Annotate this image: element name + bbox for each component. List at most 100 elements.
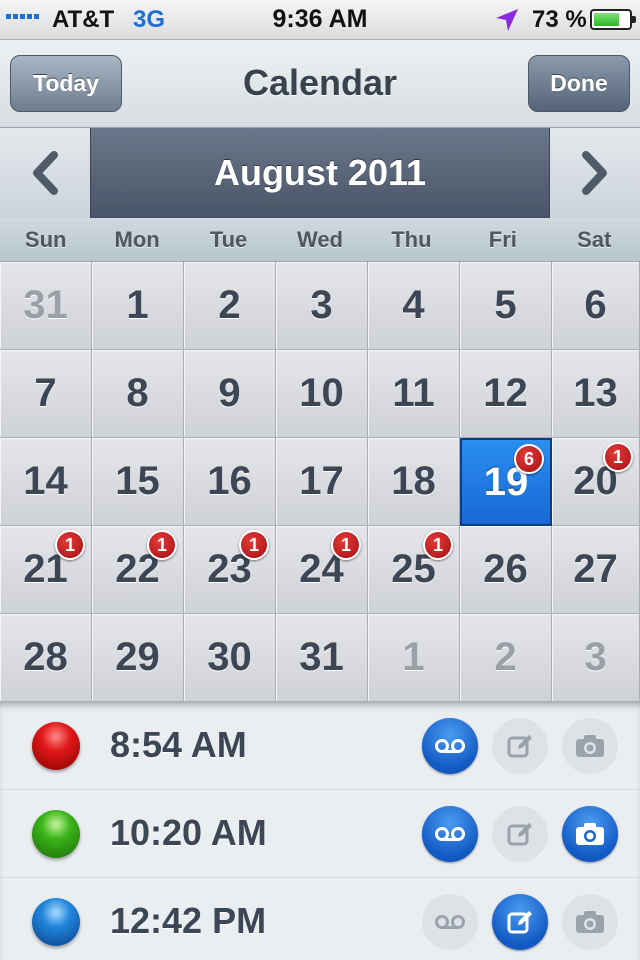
next-month-button[interactable] xyxy=(550,128,640,218)
calendar-day[interactable]: 18 xyxy=(368,438,460,526)
event-count-badge: 6 xyxy=(514,444,544,474)
day-number: 13 xyxy=(573,371,618,415)
calendar-day[interactable]: 15 xyxy=(92,438,184,526)
calendar-day[interactable]: 25 1 xyxy=(368,526,460,614)
voicemail-button[interactable] xyxy=(422,894,478,950)
weekday-label: Thu xyxy=(391,227,432,252)
camera-button[interactable] xyxy=(562,718,618,774)
day-number: 2 xyxy=(494,635,517,679)
blue-dot-icon xyxy=(32,898,80,946)
camera-button[interactable] xyxy=(562,806,618,862)
note-icon xyxy=(507,735,532,758)
calendar-day[interactable]: 16 xyxy=(184,438,276,526)
calendar-day-selected[interactable]: 19 6 xyxy=(460,438,552,526)
calendar-day[interactable]: 12 xyxy=(460,350,552,438)
event-time: 8:54 AM xyxy=(110,724,247,765)
note-icon xyxy=(507,911,532,934)
day-number: 12 xyxy=(483,371,528,415)
day-number: 3 xyxy=(310,283,333,327)
note-button[interactable] xyxy=(492,718,548,774)
calendar-day[interactable]: 29 xyxy=(92,614,184,702)
note-button[interactable] xyxy=(492,806,548,862)
chevron-right-icon xyxy=(582,151,607,195)
day-number: 10 xyxy=(299,371,344,415)
calendar-day[interactable]: 2 xyxy=(184,262,276,350)
day-number: 17 xyxy=(299,459,344,503)
day-number: 9 xyxy=(218,371,241,415)
calendar-day[interactable]: 4 xyxy=(368,262,460,350)
calendar-day[interactable]: 5 xyxy=(460,262,552,350)
calendar-day[interactable]: 3 xyxy=(552,614,640,702)
calendar-day[interactable]: 22 1 xyxy=(92,526,184,614)
day-number: 5 xyxy=(494,283,517,327)
status-bar: AT&T 3G 9:36 AM 73 % xyxy=(0,0,640,40)
calendar-day[interactable]: 17 xyxy=(276,438,368,526)
camera-icon xyxy=(576,911,604,933)
battery-icon xyxy=(590,9,636,30)
calendar-day[interactable]: 27 xyxy=(552,526,640,614)
camera-icon xyxy=(576,735,604,757)
event-row[interactable]: 8:54 AM xyxy=(0,702,640,790)
chevron-left-icon xyxy=(33,151,58,195)
previous-month-button[interactable] xyxy=(0,128,90,218)
voicemail-button[interactable] xyxy=(422,718,478,774)
calendar-day[interactable]: 26 xyxy=(460,526,552,614)
event-count-badge: 1 xyxy=(423,530,453,560)
calendar-day[interactable]: 1 xyxy=(92,262,184,350)
calendar-day[interactable]: 1 xyxy=(368,614,460,702)
day-number: 7 xyxy=(34,371,57,415)
event-time: 12:42 PM xyxy=(110,900,267,941)
day-number: 28 xyxy=(23,635,68,679)
calendar-day[interactable]: 24 1 xyxy=(276,526,368,614)
day-number: 16 xyxy=(207,459,252,503)
day-number: 6 xyxy=(584,283,607,327)
calendar-day[interactable]: 23 1 xyxy=(184,526,276,614)
day-number: 18 xyxy=(391,459,436,503)
day-number: 15 xyxy=(115,459,160,503)
weekday-label: Fri xyxy=(488,227,517,252)
calendar-day[interactable]: 9 xyxy=(184,350,276,438)
weekday-label: Wed xyxy=(296,227,343,252)
calendar-day[interactable]: 28 xyxy=(0,614,92,702)
event-row[interactable]: 10:20 AM xyxy=(0,790,640,878)
calendar-day[interactable]: 30 xyxy=(184,614,276,702)
day-number: 14 xyxy=(23,459,68,503)
calendar-day[interactable]: 31 xyxy=(276,614,368,702)
day-number: 1 xyxy=(126,283,149,327)
calendar-day[interactable]: 11 xyxy=(368,350,460,438)
month-title-box: August 2011 xyxy=(90,128,550,218)
day-number: 11 xyxy=(392,371,435,415)
day-number: 27 xyxy=(573,547,618,591)
day-number: 1 xyxy=(402,635,425,679)
note-button[interactable] xyxy=(492,894,548,950)
day-number: 8 xyxy=(126,371,149,415)
calendar-day[interactable]: 10 xyxy=(276,350,368,438)
calendar-day[interactable]: 14 xyxy=(0,438,92,526)
event-count-badge: 1 xyxy=(147,530,177,560)
location-arrow-icon xyxy=(496,9,518,31)
calendar-day[interactable]: 31 xyxy=(0,262,92,350)
calendar-day[interactable]: 7 xyxy=(0,350,92,438)
calendar-day[interactable]: 8 xyxy=(92,350,184,438)
event-row[interactable]: 12:42 PM xyxy=(0,878,640,960)
calendar-day[interactable]: 3 xyxy=(276,262,368,350)
day-number: 4 xyxy=(402,283,425,327)
event-count-badge: 1 xyxy=(55,530,85,560)
done-button[interactable]: Done xyxy=(528,55,630,112)
event-list: 8:54 AM 10:20 AM 12:42 PM xyxy=(0,702,640,960)
voicemail-icon xyxy=(435,827,465,841)
calendar-day[interactable]: 6 xyxy=(552,262,640,350)
camera-button[interactable] xyxy=(562,894,618,950)
day-number: 31 xyxy=(23,283,68,327)
voicemail-button[interactable] xyxy=(422,806,478,862)
calendar-day[interactable]: 2 xyxy=(460,614,552,702)
voicemail-icon xyxy=(435,739,465,753)
camera-icon xyxy=(576,823,604,845)
calendar-day[interactable]: 13 xyxy=(552,350,640,438)
note-icon xyxy=(507,823,532,846)
day-number: 3 xyxy=(584,635,607,679)
day-number: 2 xyxy=(218,283,241,327)
calendar-day[interactable]: 21 1 xyxy=(0,526,92,614)
nav-bar: Today Calendar Done xyxy=(0,40,640,128)
calendar-day[interactable]: 20 1 xyxy=(552,438,640,526)
